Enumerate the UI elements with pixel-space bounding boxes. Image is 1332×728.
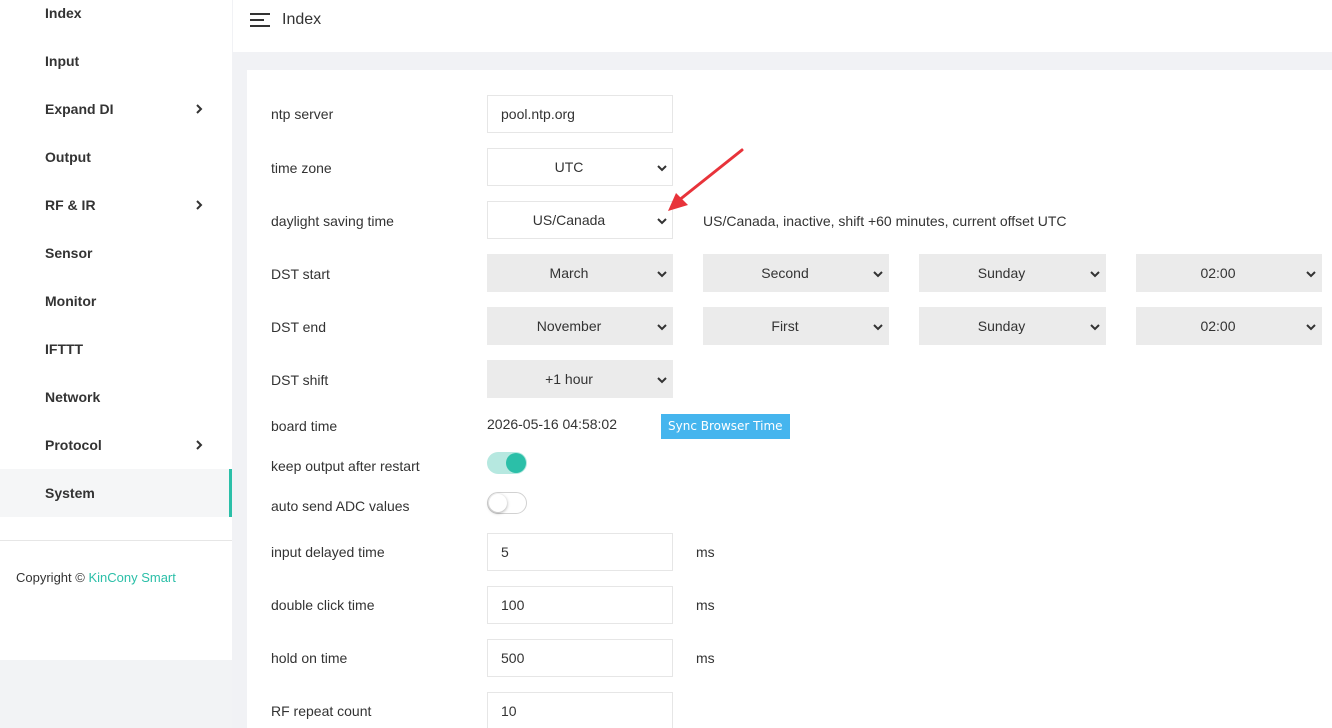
dst-end-time-select[interactable]: 02:00 (1136, 307, 1322, 345)
dst-start-day-value: Sunday (977, 265, 1026, 281)
dst-end-week-value: First (771, 318, 799, 334)
sidebar-item-label: System (45, 485, 95, 501)
dst-end-month-select[interactable]: November (487, 307, 673, 345)
sidebar: Index Input Expand DI Output RF & IR Sen… (0, 0, 232, 728)
top-header: Index (233, 0, 1332, 52)
sidebar-item-label: Protocol (45, 437, 102, 453)
chevron-down-icon (657, 324, 667, 331)
time-zone-label: time zone (271, 160, 332, 176)
copyright-brand-link[interactable]: KinCony Smart (88, 570, 175, 585)
dst-end-week-select[interactable]: First (703, 307, 889, 345)
dst-end-time-value: 02:00 (1200, 318, 1236, 334)
sidebar-item-label: Output (45, 149, 91, 165)
sidebar-item-output[interactable]: Output (0, 133, 232, 181)
chevron-down-icon (657, 271, 667, 278)
chevron-down-icon (873, 324, 883, 331)
chevron-down-icon (1306, 324, 1316, 331)
sidebar-item-ifttt[interactable]: IFTTT (0, 325, 232, 373)
sidebar-item-label: Expand DI (45, 101, 114, 117)
dst-end-month-value: November (536, 318, 602, 334)
sidebar-item-label: Input (45, 53, 80, 69)
dst-end-day-select[interactable]: Sunday (919, 307, 1106, 345)
sidebar-item-protocol[interactable]: Protocol (0, 421, 232, 469)
chevron-right-icon (196, 104, 203, 114)
sidebar-item-label: Index (45, 5, 82, 21)
dst-start-week-select[interactable]: Second (703, 254, 889, 292)
hold-on-input[interactable]: 500 (487, 639, 673, 677)
board-time-value: 2026-05-16 04:58:02 (487, 416, 617, 432)
chevron-right-icon (196, 440, 203, 450)
rf-repeat-input[interactable]: 10 (487, 692, 673, 728)
dst-start-month-value: March (549, 265, 589, 281)
chevron-down-icon (1090, 271, 1100, 278)
chevron-down-icon (1306, 271, 1316, 278)
sidebar-panel: Index Input Expand DI Output RF & IR Sen… (0, 0, 232, 660)
sidebar-item-rf-ir[interactable]: RF & IR (0, 181, 232, 229)
dst-start-time-select[interactable]: 02:00 (1136, 254, 1322, 292)
dst-select[interactable]: US/Canada (487, 201, 673, 239)
ntp-server-label: ntp server (271, 106, 334, 122)
copyright-prefix: Copyright © (16, 570, 89, 585)
sidebar-item-label: IFTTT (45, 341, 84, 357)
time-zone-value: UTC (554, 159, 584, 175)
sidebar-item-label: RF & IR (45, 197, 96, 213)
sidebar-item-network[interactable]: Network (0, 373, 232, 421)
dst-end-day-value: Sunday (977, 318, 1026, 334)
toggle-knob (506, 453, 526, 473)
page-title: Index (282, 11, 322, 28)
double-click-input[interactable]: 100 (487, 586, 673, 624)
toggle-knob (489, 494, 507, 512)
auto-send-adc-label: auto send ADC values (271, 498, 410, 514)
dst-shift-label: DST shift (271, 372, 329, 388)
input-delayed-label: input delayed time (271, 544, 385, 560)
dst-value: US/Canada (532, 212, 606, 228)
dst-start-week-value: Second (761, 265, 809, 281)
chevron-down-icon (873, 271, 883, 278)
sidebar-item-sensor[interactable]: Sensor (0, 229, 232, 277)
sync-browser-time-button[interactable]: Sync Browser Time (661, 414, 790, 439)
dst-start-month-select[interactable]: March (487, 254, 673, 292)
sidebar-item-label: Sensor (45, 245, 93, 261)
chevron-down-icon (657, 165, 667, 172)
chevron-down-icon (657, 377, 667, 384)
hamburger-menu-icon[interactable] (250, 12, 270, 28)
input-delayed-input[interactable]: 5 (487, 533, 673, 571)
sidebar-item-index[interactable]: Index (0, 0, 232, 37)
sidebar-divider (0, 540, 232, 541)
dst-shift-select[interactable]: +1 hour (487, 360, 673, 398)
dst-end-label: DST end (271, 319, 326, 335)
double-click-unit: ms (696, 597, 715, 613)
ntp-server-input[interactable]: pool.ntp.org (487, 95, 673, 133)
hold-on-unit: ms (696, 650, 715, 666)
sidebar-item-label: Network (45, 389, 101, 405)
hold-on-label: hold on time (271, 650, 348, 666)
settings-panel: ntp server pool.ntp.org time zone UTC da… (247, 70, 1332, 728)
chevron-down-icon (657, 218, 667, 225)
keep-output-label: keep output after restart (271, 458, 420, 474)
sidebar-item-label: Monitor (45, 293, 97, 309)
dst-start-label: DST start (271, 266, 330, 282)
dst-start-time-value: 02:00 (1200, 265, 1236, 281)
sidebar-item-expand-di[interactable]: Expand DI (0, 85, 232, 133)
dst-start-day-select[interactable]: Sunday (919, 254, 1106, 292)
auto-send-adc-toggle[interactable] (487, 492, 527, 514)
keep-output-toggle[interactable] (487, 452, 527, 474)
rf-repeat-label: RF repeat count (271, 703, 372, 719)
copyright: Copyright © KinCony Smart (16, 570, 176, 585)
dst-shift-value: +1 hour (545, 371, 593, 387)
chevron-right-icon (196, 200, 203, 210)
sidebar-item-input[interactable]: Input (0, 37, 232, 85)
board-time-label: board time (271, 418, 338, 434)
time-zone-select[interactable]: UTC (487, 148, 673, 186)
sidebar-item-system[interactable]: System (0, 469, 232, 517)
input-delayed-unit: ms (696, 544, 715, 560)
dst-label: daylight saving time (271, 213, 394, 229)
dst-info-text: US/Canada, inactive, shift +60 minutes, … (703, 213, 1067, 229)
sidebar-item-monitor[interactable]: Monitor (0, 277, 232, 325)
double-click-label: double click time (271, 597, 375, 613)
chevron-down-icon (1090, 324, 1100, 331)
